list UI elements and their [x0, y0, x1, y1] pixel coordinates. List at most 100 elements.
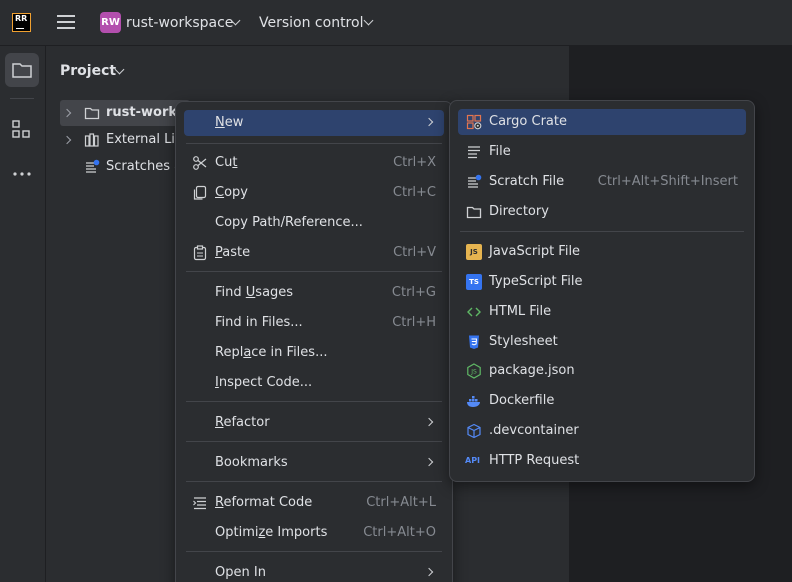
submenu-item-package-json[interactable]: JS package.json — [458, 358, 746, 384]
directory-icon — [466, 206, 482, 219]
shortcut-label: Ctrl+Alt+Shift+Insert — [597, 174, 738, 189]
file-icon — [468, 146, 480, 159]
docker-icon — [467, 396, 480, 407]
project-name[interactable]: rust-workspace — [126, 15, 233, 31]
menu-item-label: Scratch File — [489, 174, 565, 189]
more-tools-button[interactable] — [5, 157, 39, 191]
menu-item-label: Directory — [489, 204, 549, 219]
context-menu: New Cut Ctrl+X Copy Ctrl+C Copy Path/Ref… — [175, 101, 453, 582]
menu-item-label: Find Usages — [215, 285, 294, 300]
cargo-crate-icon — [466, 114, 482, 130]
chevron-right-icon — [424, 117, 434, 127]
menu-item-reformat-code[interactable]: Reformat Code Ctrl+Alt+L — [184, 490, 444, 516]
copy-icon — [193, 185, 207, 200]
css-icon — [469, 335, 479, 349]
menu-item-label: Bookmarks — [215, 455, 288, 470]
submenu-item-cargo-crate[interactable]: Cargo Crate — [458, 109, 746, 135]
menu-item-label: Dockerfile — [489, 393, 555, 408]
menu-item-bookmarks[interactable]: Bookmarks — [184, 450, 444, 476]
tool-window-bar — [0, 46, 46, 582]
app-logo-text: RR — [15, 14, 28, 23]
menu-item-label: Reformat Code — [215, 495, 313, 510]
submenu-item-stylesheet[interactable]: Stylesheet — [458, 329, 746, 355]
paste-icon — [193, 245, 207, 261]
structure-tool-button[interactable] — [5, 112, 39, 146]
project-tool-button[interactable] — [5, 53, 39, 87]
html-icon — [467, 307, 481, 317]
menu-item-label: Copy Path/Reference... — [215, 215, 363, 230]
menu-item-label: .devcontainer — [489, 423, 579, 438]
app-logo[interactable]: RR — [12, 13, 31, 32]
submenu-item-file[interactable]: File — [458, 139, 746, 165]
shortcut-label: Ctrl+H — [392, 315, 436, 330]
menu-item-label: Find in Files... — [215, 315, 303, 330]
menu-item-label: Open In — [215, 565, 266, 580]
menu-item-label: JavaScript File — [489, 244, 581, 259]
menu-item-label: Cargo Crate — [489, 114, 567, 129]
structure-icon — [12, 120, 30, 138]
menu-item-paste[interactable]: Paste Ctrl+V — [184, 240, 444, 266]
menu-item-optimize-imports[interactable]: Optimize Imports Ctrl+Alt+O — [184, 520, 444, 546]
submenu-item-devcontainer[interactable]: .devcontainer — [458, 418, 746, 444]
menu-item-new[interactable]: New — [184, 110, 444, 136]
menu-item-refactor[interactable]: Refactor — [184, 410, 444, 436]
menu-item-label: Stylesheet — [489, 334, 558, 349]
more-icon — [13, 172, 31, 176]
vcs-chevron-down-icon[interactable] — [363, 15, 374, 26]
scratch-file-icon — [468, 174, 482, 188]
menu-item-inspect-code[interactable]: Inspect Code... — [184, 370, 444, 396]
menu-item-open-in[interactable]: Open In — [184, 560, 444, 582]
chevron-right-icon[interactable] — [62, 135, 72, 145]
menu-item-label: package.json — [489, 363, 575, 378]
scissors-icon — [193, 156, 207, 170]
main-menu-icon[interactable] — [57, 15, 75, 29]
menu-item-label: TypeScript File — [489, 274, 583, 289]
shortcut-label: Ctrl+X — [393, 155, 436, 170]
http-request-icon: API — [465, 456, 481, 465]
title-bar: RR RW rust-workspace Version control — [0, 0, 792, 46]
menu-item-find-usages[interactable]: Find Usages Ctrl+G — [184, 280, 444, 306]
tree-item-root[interactable]: rust-works — [60, 100, 190, 126]
submenu-item-dockerfile[interactable]: Dockerfile — [458, 388, 746, 414]
typescript-icon: TS — [466, 274, 482, 290]
folder-icon — [12, 63, 32, 78]
chevron-right-icon — [424, 417, 434, 427]
menu-item-copy[interactable]: Copy Ctrl+C — [184, 180, 444, 206]
submenu-item-scratch-file[interactable]: Scratch File Ctrl+Alt+Shift+Insert — [458, 169, 746, 195]
menu-item-cut[interactable]: Cut Ctrl+X — [184, 150, 444, 176]
menu-item-label: File — [489, 144, 511, 159]
menu-item-label: Copy — [215, 185, 248, 200]
shortcut-label: Ctrl+G — [391, 285, 436, 300]
menu-item-label: Refactor — [215, 415, 270, 430]
tree-item-label: rust-works — [106, 105, 185, 120]
menu-item-label: Cut — [215, 155, 238, 170]
library-icon — [84, 133, 99, 147]
tree-item-label: Scratches a — [106, 159, 183, 174]
menu-item-replace-in-files[interactable]: Replace in Files... — [184, 340, 444, 366]
submenu-item-html-file[interactable]: HTML File — [458, 299, 746, 325]
javascript-icon: JS — [466, 244, 482, 260]
scratches-icon — [86, 159, 100, 173]
devcontainer-icon — [467, 423, 481, 439]
vcs-widget[interactable]: Version control — [259, 15, 363, 31]
shortcut-label: Ctrl+V — [393, 245, 436, 260]
chevron-right-icon — [424, 457, 434, 467]
submenu-item-http-request[interactable]: API HTTP Request — [458, 448, 746, 474]
tree-item-label: External Lib — [106, 132, 184, 147]
menu-item-label: Optimize Imports — [215, 525, 328, 540]
submenu-item-directory[interactable]: Directory — [458, 199, 746, 225]
submenu-item-typescript-file[interactable]: TS TypeScript File — [458, 269, 746, 295]
menu-item-label: New — [215, 115, 244, 130]
svg-text:JS: JS — [470, 369, 477, 376]
panel-title[interactable]: Project — [60, 63, 116, 79]
shortcut-label: Ctrl+C — [392, 185, 436, 200]
menu-item-find-in-files[interactable]: Find in Files... Ctrl+H — [184, 310, 444, 336]
shortcut-label: Ctrl+Alt+O — [363, 525, 436, 540]
new-submenu: Cargo Crate File Scratch File Ctrl+Alt+S… — [449, 100, 755, 482]
chevron-right-icon[interactable] — [62, 108, 72, 118]
menu-item-copy-path[interactable]: Copy Path/Reference... — [184, 210, 444, 236]
reformat-icon — [193, 497, 206, 510]
project-avatar[interactable]: RW — [100, 12, 121, 33]
menu-item-label: HTML File — [489, 304, 552, 319]
submenu-item-javascript-file[interactable]: JS JavaScript File — [458, 239, 746, 265]
